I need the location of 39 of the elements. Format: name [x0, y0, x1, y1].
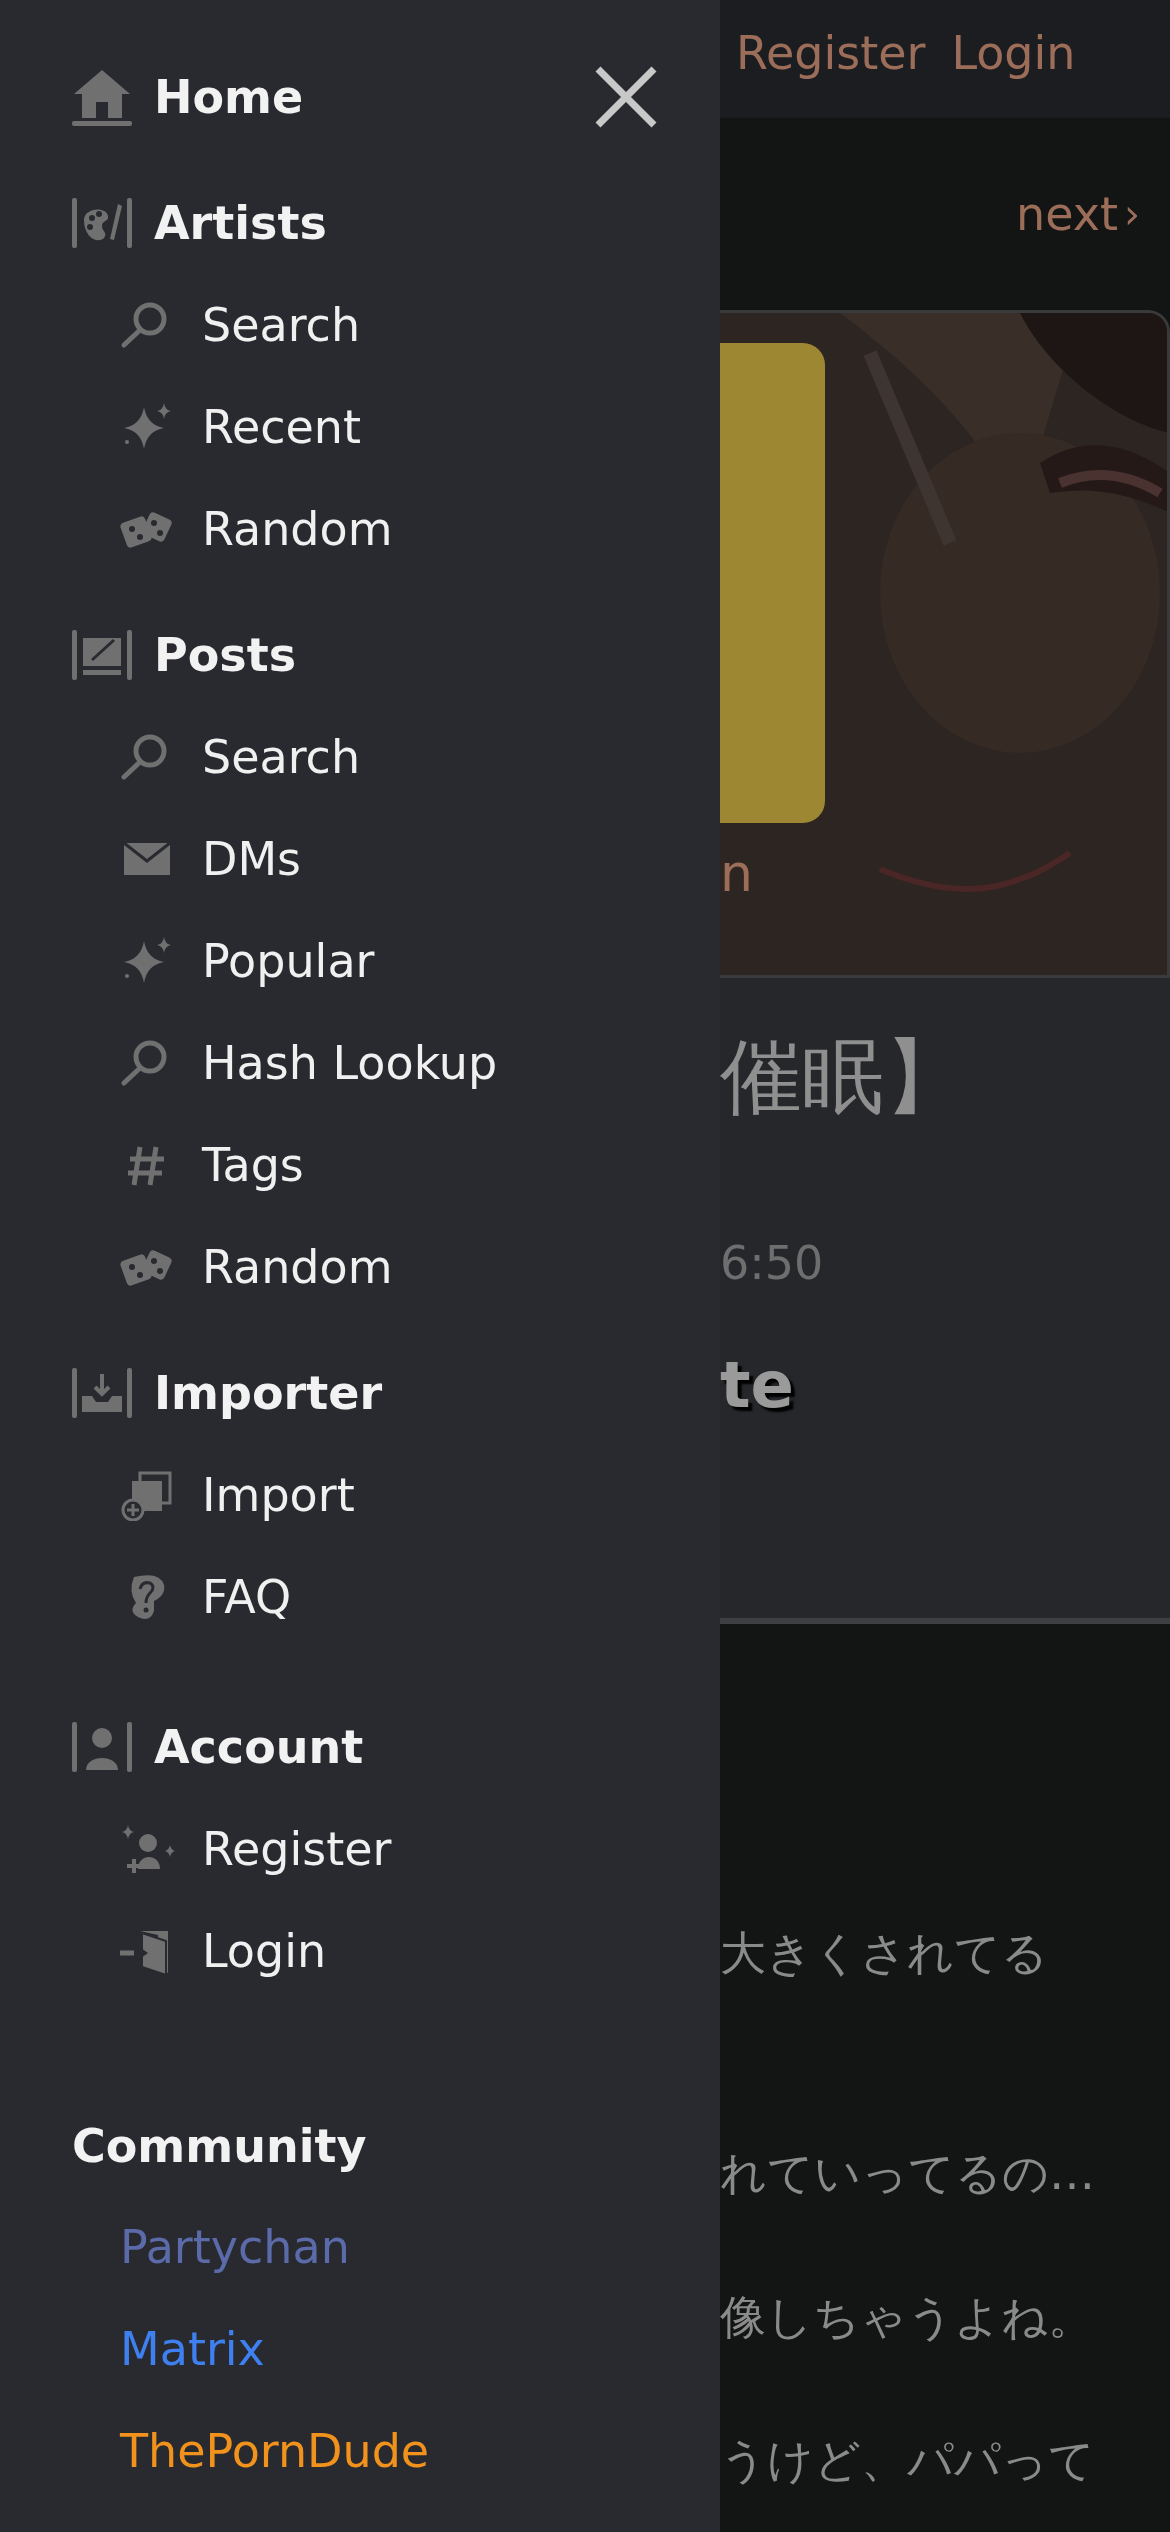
nav-item[interactable]: FAQ: [0, 1546, 292, 1648]
content-line: れていってるの…: [720, 2144, 1096, 2202]
community-link[interactable]: Matrix: [120, 2298, 265, 2400]
nav-heading[interactable]: Artists: [72, 196, 327, 250]
nav-item[interactable]: Tags: [0, 1114, 304, 1216]
nav-item[interactable]: Recent: [0, 376, 361, 478]
nav-link[interactable]: Login: [951, 26, 1076, 92]
nav-item[interactable]: DMs: [0, 808, 302, 910]
nav-heading[interactable]: Posts: [72, 628, 297, 682]
post-title: 催眠】: [720, 1028, 967, 1126]
nav-item[interactable]: Hash Lookup: [0, 1012, 498, 1114]
nav-item[interactable]: Search: [0, 706, 361, 808]
nav-heading[interactable]: Importer: [72, 1366, 383, 1420]
community-link[interactable]: ThePornDude: [120, 2400, 430, 2502]
user-icon: [72, 1722, 132, 1772]
close-button[interactable]: [594, 65, 658, 129]
palette-icon: [72, 198, 132, 248]
nav-item[interactable]: Popular: [0, 910, 375, 1012]
drawing-board-icon: [72, 630, 132, 680]
close-icon: [594, 65, 658, 129]
nav-item[interactable]: Login: [0, 1900, 327, 2002]
post-time: 6:50: [720, 1236, 825, 1291]
nav-item[interactable]: Random: [0, 1216, 393, 1318]
nav-item[interactable]: Register: [0, 1798, 392, 1900]
content-line: 像しちゃうよね。: [720, 2288, 1095, 2346]
nav-heading[interactable]: Account: [72, 1720, 364, 1774]
content-line: 大きくされてる: [720, 1925, 1049, 1982]
nav-item[interactable]: Random: [0, 478, 393, 580]
image-caption: n: [720, 843, 753, 903]
nav-link[interactable]: Register: [736, 26, 926, 92]
home-icon: [72, 68, 132, 126]
section-heading: Community: [71, 2118, 367, 2175]
nav-item[interactable]: Import: [0, 1444, 355, 1546]
nav-heading[interactable]: Home: [72, 68, 304, 126]
inbox-download-icon: [72, 1368, 132, 1418]
content-line: うけど、パパって: [720, 2432, 1096, 2490]
next-link[interactable]: next›: [1016, 187, 1140, 241]
nav-item[interactable]: Search: [0, 274, 361, 376]
post-heading: te: [720, 1348, 795, 1423]
